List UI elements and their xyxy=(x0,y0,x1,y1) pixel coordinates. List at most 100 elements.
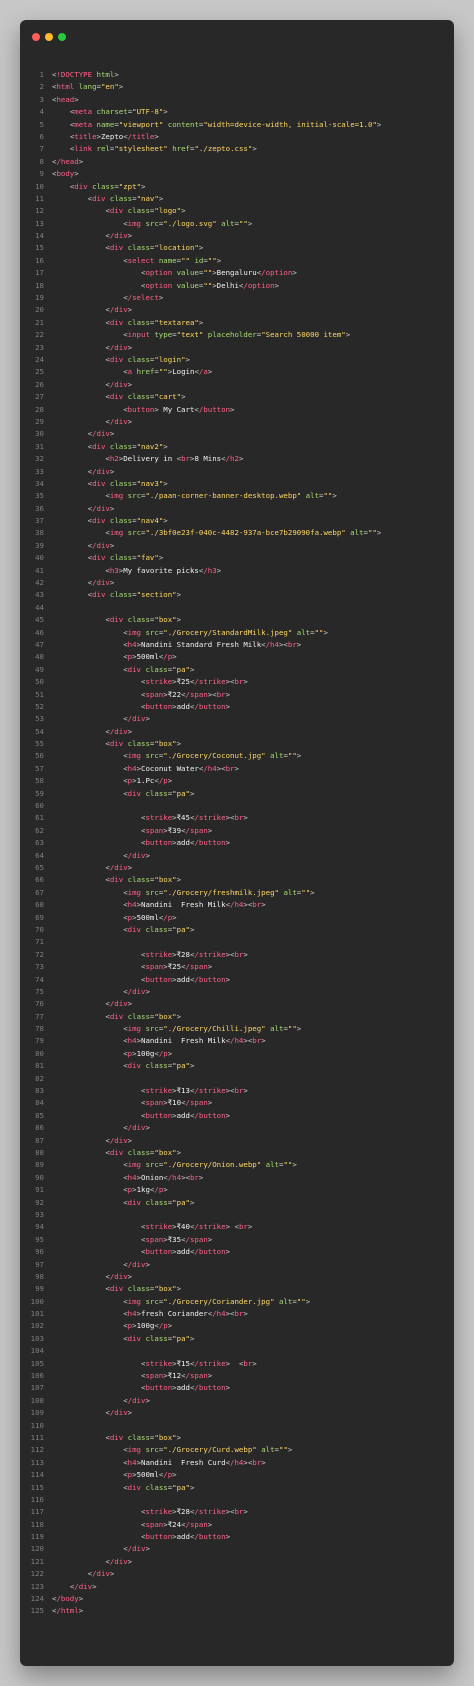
line-number: 122 xyxy=(30,1569,44,1579)
code-line: 62 <span>₹39</span> xyxy=(20,825,454,837)
line-number: 25 xyxy=(35,367,44,377)
line-number: 121 xyxy=(30,1556,44,1566)
line-number: 15 xyxy=(35,243,44,253)
code-line: 17 <option value="">Bengaluru</option> xyxy=(20,267,454,279)
line-number: 45 xyxy=(35,615,44,625)
code-line: 20 </div> xyxy=(20,304,454,316)
line-source: </select> xyxy=(123,293,164,303)
line-source: <strike>₹45</strike><br> xyxy=(141,813,248,823)
code-window: 1 <!DOCTYPE html> 2 <html lang="en"> 3 <head>… xyxy=(20,20,454,1666)
line-number: 60 xyxy=(35,801,44,811)
code-line: 104 xyxy=(20,1345,454,1357)
line-number: 75 xyxy=(35,986,44,996)
line-number: 98 xyxy=(35,1271,44,1281)
line-source: <!DOCTYPE html> xyxy=(52,70,119,79)
line-source: <div class="login"> xyxy=(105,354,190,364)
line-source: <img src="./Grocery/freshmilk.jpeg" alt=… xyxy=(123,887,315,897)
line-number: 76 xyxy=(35,999,44,1009)
line-number: 44 xyxy=(35,602,44,612)
line-source: </div> xyxy=(105,342,133,352)
line-number: 27 xyxy=(35,392,44,402)
line-source: </div> xyxy=(87,578,115,588)
line-number: 111 xyxy=(30,1432,44,1442)
line-number: 42 xyxy=(35,578,44,588)
line-source: <span>₹39</span> xyxy=(141,825,213,835)
line-number: 66 xyxy=(35,875,44,885)
code-line: 84 <span>₹10</span> xyxy=(20,1097,454,1109)
line-number: 108 xyxy=(30,1395,44,1405)
line-number: 107 xyxy=(30,1383,44,1393)
code-line: 2 <html lang="en"> xyxy=(20,81,454,93)
code-line: 102 <p>100g</p> xyxy=(20,1320,454,1332)
code-line: 97 </div> xyxy=(20,1259,454,1271)
line-source: <p>1kg</p> xyxy=(123,1185,168,1195)
line-number: 37 xyxy=(35,516,44,526)
maximize-icon[interactable] xyxy=(58,33,66,41)
code-line: 14 </div> xyxy=(20,230,454,242)
line-source: <button>add</button> xyxy=(141,974,231,984)
code-line: 73 <span>₹25</span> xyxy=(20,961,454,973)
line-source: <h4>Onion</h4><br> xyxy=(123,1172,204,1182)
line-source: <div class="fav"> xyxy=(87,553,164,563)
code-line: 34 <div class="nav3"> xyxy=(20,478,454,490)
code-line: 113 <h4>Nandini Fresh Curd</h4><br> xyxy=(20,1457,454,1469)
code-line: 45 <div class="box"> xyxy=(20,614,454,626)
line-number: 97 xyxy=(35,1259,44,1269)
line-source: <head> xyxy=(52,94,79,104)
minimize-icon[interactable] xyxy=(45,33,53,41)
line-number: 83 xyxy=(35,1086,44,1096)
code-line: 11 <div class="nav"> xyxy=(20,193,454,205)
line-source: </html> xyxy=(52,1606,84,1616)
code-line: 4 <meta charset="UTF-8"> xyxy=(20,106,454,118)
code-line: 25 <a href="">Login</a> xyxy=(20,366,454,378)
line-source: <link rel="stylesheet" href="./zepto.css… xyxy=(69,144,257,154)
code-line: 33 </div> xyxy=(20,466,454,478)
code-line: 8 </head> xyxy=(20,156,454,168)
code-line: 125 </html> xyxy=(20,1605,454,1617)
line-source: <button> My Cart</button> xyxy=(123,404,235,414)
line-number: 81 xyxy=(35,1061,44,1071)
line-number: 61 xyxy=(35,813,44,823)
close-icon[interactable] xyxy=(32,33,40,41)
code-line: 77 <div class="box"> xyxy=(20,1011,454,1023)
line-number: 43 xyxy=(35,590,44,600)
code-line: 124 </body> xyxy=(20,1593,454,1605)
line-source: </head> xyxy=(52,156,84,166)
line-number: 87 xyxy=(35,1135,44,1145)
line-number: 63 xyxy=(35,838,44,848)
code-line: 13 <img src="./logo.svg" alt=""> xyxy=(20,218,454,230)
line-source: <div class="pa"> xyxy=(123,788,195,798)
code-editor[interactable]: 1 <!DOCTYPE html> 2 <html lang="en"> 3 <head>… xyxy=(20,69,454,1618)
line-number: 85 xyxy=(35,1110,44,1120)
line-source: <button>add</button> xyxy=(141,838,231,848)
line-source: <img src="./Grocery/Coriander.jpg" alt="… xyxy=(123,1296,311,1306)
line-number: 2 xyxy=(39,82,44,92)
code-line: 30 </div> xyxy=(20,428,454,440)
code-line: 37 <div class="nav4"> xyxy=(20,515,454,527)
line-source: <a href="">Login</a> xyxy=(123,367,213,377)
line-number: 101 xyxy=(30,1309,44,1319)
line-source: <html lang="en"> xyxy=(52,82,124,92)
line-source: <div class="box"> xyxy=(105,1432,182,1442)
line-source: <span>₹22</span><br> xyxy=(141,689,231,699)
code-line: 87 </div> xyxy=(20,1135,454,1147)
code-line: 15 <div class="location"> xyxy=(20,242,454,254)
line-source: </div> xyxy=(87,1569,115,1579)
line-number: 118 xyxy=(30,1519,44,1529)
line-source: <img src="./logo.svg" alt=""> xyxy=(123,218,253,228)
code-line: 36 </div> xyxy=(20,503,454,515)
code-line: 114 <p>500ml</p> xyxy=(20,1469,454,1481)
line-number: 104 xyxy=(30,1346,44,1356)
code-line: 88 <div class="box"> xyxy=(20,1147,454,1159)
code-line: 115 <div class="pa"> xyxy=(20,1482,454,1494)
line-number: 114 xyxy=(30,1470,44,1480)
line-source: </body> xyxy=(52,1594,84,1604)
line-source: <p>500ml</p> xyxy=(123,652,177,662)
code-line: 49 <div class="pa"> xyxy=(20,664,454,676)
code-line: 3 <head> xyxy=(20,94,454,106)
line-number: 100 xyxy=(30,1296,44,1306)
code-line: 12 <div class="logo"> xyxy=(20,205,454,217)
line-number: 40 xyxy=(35,553,44,563)
line-number: 29 xyxy=(35,416,44,426)
code-line: 39 </div> xyxy=(20,540,454,552)
